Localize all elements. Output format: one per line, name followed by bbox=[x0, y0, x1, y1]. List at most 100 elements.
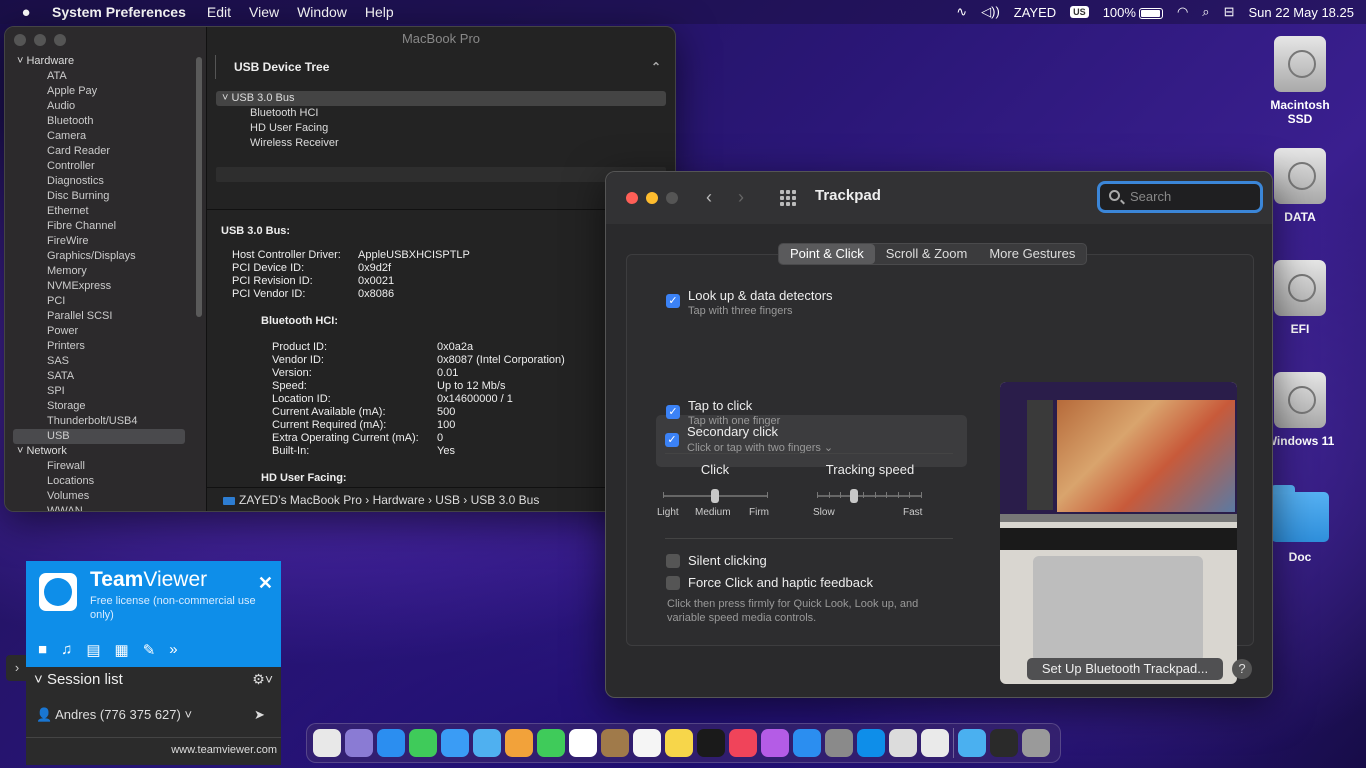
sidebar-item[interactable]: PCI bbox=[5, 294, 207, 309]
dock-app-icon[interactable] bbox=[313, 729, 341, 757]
sidebar-item[interactable]: Power bbox=[5, 324, 207, 339]
tree-row-usb-bus[interactable]: ˅ USB 3.0 Bus bbox=[216, 91, 666, 106]
sidebar-item[interactable]: Printers bbox=[5, 339, 207, 354]
volume-icon[interactable]: ◁)) bbox=[981, 4, 1000, 20]
dock-app-icon[interactable] bbox=[990, 729, 1018, 757]
dock-app-icon[interactable] bbox=[569, 729, 597, 757]
search-field[interactable]: Search bbox=[1097, 181, 1263, 213]
clock[interactable]: Sun 22 May 18.25 bbox=[1248, 5, 1354, 20]
silent-clicking-checkbox[interactable] bbox=[666, 554, 680, 568]
headset-icon[interactable]: ♫ bbox=[61, 641, 72, 659]
slider-knob[interactable] bbox=[850, 489, 859, 503]
sidebar-item[interactable]: Thunderbolt/USB4 bbox=[5, 414, 207, 429]
sidebar-section[interactable]: ˅ Network bbox=[5, 444, 207, 459]
tree-row-hd-user-facing[interactable]: HD User Facing bbox=[216, 121, 666, 136]
zoom-button[interactable] bbox=[54, 34, 66, 46]
sidebar-item[interactable]: Bluetooth bbox=[5, 114, 207, 129]
path-text[interactable]: ZAYED’s MacBook Pro › Hardware › USB › U… bbox=[239, 493, 539, 507]
sidebar-item[interactable]: Fibre Channel bbox=[5, 219, 207, 234]
sidebar-item[interactable]: ATA bbox=[5, 69, 207, 84]
chat-icon[interactable]: ▤ bbox=[86, 641, 100, 659]
tree-row-bluetooth-hci[interactable]: Bluetooth HCI bbox=[216, 106, 666, 121]
video-icon[interactable]: ■ bbox=[38, 641, 47, 659]
tab-point-click[interactable]: Point & Click bbox=[779, 244, 875, 264]
slider-track[interactable] bbox=[817, 495, 921, 497]
sidebar-item[interactable]: Controller bbox=[5, 159, 207, 174]
files-icon[interactable]: ▦ bbox=[115, 641, 129, 659]
chevron-up-icon[interactable]: ⌃ bbox=[651, 55, 661, 79]
dock-app-icon[interactable] bbox=[889, 729, 917, 757]
session-user-row[interactable]: 👤 Andres (776 375 627) ˅ bbox=[36, 707, 192, 723]
apple-menu-icon[interactable]: ● bbox=[0, 4, 52, 21]
zoom-button[interactable] bbox=[666, 192, 678, 204]
input-source-badge[interactable]: US bbox=[1070, 6, 1089, 18]
menu-app-name[interactable]: System Preferences bbox=[52, 4, 198, 20]
dock-app-icon[interactable] bbox=[958, 729, 986, 757]
option-tap-to-click[interactable]: ✓ Tap to click Tap with one finger bbox=[657, 383, 967, 433]
sidebar-item[interactable]: Ethernet bbox=[5, 204, 207, 219]
sidebar-item[interactable]: Disc Burning bbox=[5, 189, 207, 204]
usb-device-tree-header[interactable]: USB Device Tree ⌃ bbox=[215, 55, 669, 79]
sidebar-item[interactable]: Parallel SCSI bbox=[5, 309, 207, 324]
cursor-icon[interactable]: ➤ bbox=[254, 707, 265, 723]
sidebar-item[interactable]: Memory bbox=[5, 264, 207, 279]
desktop-icon-macintosh-ssd[interactable]: Macintosh SSD bbox=[1260, 36, 1340, 126]
dock-app-icon[interactable] bbox=[377, 729, 405, 757]
sidebar-item[interactable]: Camera bbox=[5, 129, 207, 144]
close-button[interactable] bbox=[14, 34, 26, 46]
dock-app-icon[interactable] bbox=[409, 729, 437, 757]
wifi-icon[interactable]: ◠ bbox=[1177, 4, 1188, 20]
sidebar-section[interactable]: ˅ Hardware bbox=[5, 54, 207, 69]
close-button[interactable] bbox=[626, 192, 638, 204]
spotlight-icon[interactable]: ⌕ bbox=[1202, 4, 1209, 20]
teamviewer-url[interactable]: www.teamviewer.com bbox=[171, 744, 277, 756]
activity-icon[interactable]: ∿ bbox=[956, 4, 967, 20]
battery-status[interactable]: 100% bbox=[1103, 5, 1163, 20]
dock-app-icon[interactable] bbox=[441, 729, 469, 757]
dock-app-icon[interactable] bbox=[921, 729, 949, 757]
dock-app-icon[interactable] bbox=[537, 729, 565, 757]
teamviewer-collapse-tab[interactable]: › bbox=[6, 655, 28, 681]
user-name[interactable]: ZAYED bbox=[1014, 5, 1056, 20]
tab-more-gestures[interactable]: More Gestures bbox=[978, 244, 1086, 264]
menu-view[interactable]: View bbox=[240, 4, 288, 20]
sidebar-item[interactable]: USB bbox=[13, 429, 185, 444]
secondary-click-checkbox[interactable]: ✓ bbox=[665, 433, 679, 447]
sidebar-item[interactable]: WWAN bbox=[5, 504, 207, 511]
dock-app-icon[interactable] bbox=[1022, 729, 1050, 757]
dock-app-icon[interactable] bbox=[825, 729, 853, 757]
minimize-button[interactable] bbox=[34, 34, 46, 46]
tree-row-wireless-receiver[interactable]: Wireless Receiver bbox=[216, 136, 666, 151]
session-list-header[interactable]: ˅ Session list bbox=[34, 671, 123, 688]
sidebar-item[interactable]: Card Reader bbox=[5, 144, 207, 159]
dock-app-icon[interactable] bbox=[633, 729, 661, 757]
control-center-icon[interactable]: ⊟ bbox=[1224, 4, 1235, 20]
dock-app-icon[interactable] bbox=[857, 729, 885, 757]
dock-app-icon[interactable] bbox=[345, 729, 373, 757]
option-lookup[interactable]: ✓ Look up & data detectors Tap with thre… bbox=[657, 283, 967, 333]
sidebar-item[interactable]: SAS bbox=[5, 354, 207, 369]
dock-app-icon[interactable] bbox=[793, 729, 821, 757]
sidebar-item[interactable]: Storage bbox=[5, 399, 207, 414]
dock-app-icon[interactable] bbox=[665, 729, 693, 757]
dock-app-icon[interactable] bbox=[505, 729, 533, 757]
tap-to-click-checkbox[interactable]: ✓ bbox=[666, 405, 680, 419]
more-icon[interactable]: » bbox=[169, 641, 177, 659]
dock-app-icon[interactable] bbox=[601, 729, 629, 757]
sidebar-item[interactable]: Diagnostics bbox=[5, 174, 207, 189]
menu-edit[interactable]: Edit bbox=[198, 4, 240, 20]
forward-chevron-icon[interactable]: › bbox=[738, 187, 744, 208]
dock-app-icon[interactable] bbox=[729, 729, 757, 757]
sidebar-item[interactable]: SPI bbox=[5, 384, 207, 399]
sidebar-item[interactable]: Apple Pay bbox=[5, 84, 207, 99]
sidebar-item[interactable]: NVMExpress bbox=[5, 279, 207, 294]
whiteboard-icon[interactable]: ✎ bbox=[143, 641, 156, 659]
lookup-checkbox[interactable]: ✓ bbox=[666, 294, 680, 308]
setup-bluetooth-trackpad-button[interactable]: Set Up Bluetooth Trackpad... bbox=[1027, 658, 1223, 680]
sidebar-item[interactable]: FireWire bbox=[5, 234, 207, 249]
sidebar-item[interactable]: Graphics/Displays bbox=[5, 249, 207, 264]
back-chevron-icon[interactable]: ‹ bbox=[706, 187, 712, 208]
sidebar-item[interactable]: Firewall bbox=[5, 459, 207, 474]
sidebar-scrollbar[interactable] bbox=[196, 57, 202, 317]
menu-help[interactable]: Help bbox=[356, 4, 403, 20]
